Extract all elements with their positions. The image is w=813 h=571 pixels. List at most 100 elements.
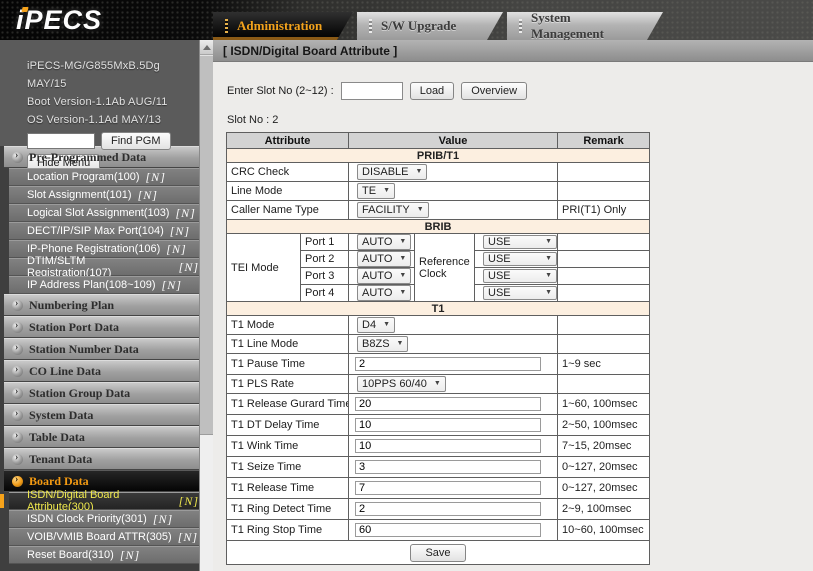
sidebar-scrollbar[interactable]: [199, 40, 213, 571]
board-attribute-table: Attribute Value Remark PRIB/T1 CRC Check…: [226, 132, 650, 565]
sidebar-section-table-data[interactable]: Table Data: [4, 426, 199, 448]
page-title: [ ISDN/Digital Board Attribute ]: [223, 44, 397, 58]
sidebar-item-dtim-sltm-registration[interactable]: DTIM/SLTM Registration(107) [N]: [9, 258, 199, 276]
item-n-badge: [N]: [179, 494, 199, 509]
item-label: Reset Board(310): [27, 549, 114, 561]
chevron-down-icon: ▼: [545, 288, 552, 298]
attr-label: T1 Line Mode: [227, 335, 349, 354]
sidebar-section-station-port-data[interactable]: Station Port Data: [4, 316, 199, 338]
item-n-badge: [N]: [162, 278, 182, 293]
t1-line-mode-select[interactable]: B8ZS ▼: [357, 336, 408, 352]
t1-seize-time-input[interactable]: [355, 460, 541, 474]
section-label: Numbering Plan: [29, 298, 114, 313]
sidebar-item-ip-address-plan[interactable]: IP Address Plan(108~109) [N]: [9, 276, 199, 294]
section-arrow-icon: [12, 300, 23, 311]
reference-clock-port3-select[interactable]: USE ▼: [483, 269, 557, 283]
select-value: USE: [488, 270, 511, 282]
sidebar-item-logical-slot-assignment[interactable]: Logical Slot Assignment(103) [N]: [9, 204, 199, 222]
reference-clock-port4-select[interactable]: USE ▼: [483, 286, 557, 300]
slot-no-text: Slot No : 2: [227, 114, 278, 126]
t1-release-time-input[interactable]: [355, 481, 541, 495]
crc-check-select[interactable]: DISABLE ▼: [357, 164, 427, 180]
section-header-t1: T1: [227, 302, 650, 316]
section-arrow-icon: [12, 432, 23, 443]
t1-release-guard-time-input[interactable]: [355, 397, 541, 411]
chevron-down-icon: ▼: [397, 339, 404, 349]
sidebar-item-isdn-digital-board-attribute[interactable]: ISDN/Digital Board Attribute(300) [N]: [9, 492, 199, 510]
remark-text: 2~9, 100msec: [558, 499, 650, 520]
tab-administration[interactable]: Administration: [213, 12, 353, 40]
chevron-down-icon: ▼: [399, 254, 406, 264]
select-value: AUTO: [362, 253, 392, 265]
main-tabs: Administration S/W Upgrade System Manage…: [213, 12, 663, 40]
tei-mode-port4-select[interactable]: AUTO ▼: [357, 285, 411, 301]
sidebar-section-co-line-data[interactable]: CO Line Data: [4, 360, 199, 382]
chevron-down-icon: ▼: [399, 271, 406, 281]
line-mode-select[interactable]: TE ▼: [357, 183, 395, 199]
port-label: Port 3: [301, 268, 349, 285]
scroll-up-button[interactable]: [200, 40, 213, 55]
sidebar-item-voib-vmib-board-attr[interactable]: VOIB/VMIB Board ATTR(305) [N]: [9, 528, 199, 546]
select-value: USE: [488, 236, 511, 248]
tab-sw-upgrade[interactable]: S/W Upgrade: [357, 12, 503, 40]
tei-mode-port2-select[interactable]: AUTO ▼: [357, 251, 411, 267]
t1-mode-select[interactable]: D4 ▼: [357, 317, 395, 333]
select-value: AUTO: [362, 270, 392, 282]
t1-ring-detect-time-input[interactable]: [355, 502, 541, 516]
remark-text: [558, 163, 650, 182]
t1-pls-rate-select[interactable]: 10PPS 60/40 ▼: [357, 376, 446, 392]
t1-wink-time-input[interactable]: [355, 439, 541, 453]
section-label: System Data: [29, 408, 93, 423]
section-arrow-icon: [12, 366, 23, 377]
sidebar-item-location-program[interactable]: Location Program(100) [N]: [9, 168, 199, 186]
sidebar-item-isdn-clock-priority[interactable]: ISDN Clock Priority(301) [N]: [9, 510, 199, 528]
find-pgm-button[interactable]: Find PGM: [101, 132, 171, 150]
item-n-badge: [N]: [179, 260, 199, 275]
boot-version-line: Boot Version-1.1Ab AUG/11: [27, 93, 199, 111]
ipecs-logo: iPECS: [16, 5, 102, 36]
sidebar-item-dect-ip-sip-max-port[interactable]: DECT/IP/SIP Max Port(104) [N]: [9, 222, 199, 240]
reference-clock-port1-select[interactable]: USE ▼: [483, 235, 557, 249]
system-version-line: iPECS-MG/G855MxB.5Dg MAY/15: [27, 57, 199, 93]
item-n-badge: [N]: [153, 512, 173, 527]
scrollbar-thumb[interactable]: [200, 55, 213, 435]
sidebar-section-station-number-data[interactable]: Station Number Data: [4, 338, 199, 360]
tei-mode-port3-select[interactable]: AUTO ▼: [357, 268, 411, 284]
attr-label: Line Mode: [227, 182, 349, 201]
slot-no-input[interactable]: [341, 82, 403, 100]
t1-ring-stop-time-input[interactable]: [355, 523, 541, 537]
reference-clock-port2-select[interactable]: USE ▼: [483, 252, 557, 266]
select-value: USE: [488, 287, 511, 299]
select-value: AUTO: [362, 287, 392, 299]
attr-label: T1 Ring Stop Time: [227, 520, 349, 541]
caller-name-type-select[interactable]: FACILITY ▼: [357, 202, 429, 218]
tei-mode-port1-select[interactable]: AUTO ▼: [357, 234, 411, 250]
tab-system-management[interactable]: System Management: [507, 12, 663, 40]
sidebar-section-numbering-plan[interactable]: Numbering Plan: [4, 294, 199, 316]
sidebar-section-tenant-data[interactable]: Tenant Data: [4, 448, 199, 470]
select-value: 10PPS 60/40: [362, 378, 427, 390]
load-button[interactable]: Load: [410, 82, 454, 100]
scrollbar-track[interactable]: [200, 40, 213, 435]
save-button[interactable]: Save: [410, 544, 465, 562]
sidebar-item-reset-board[interactable]: Reset Board(310) [N]: [9, 546, 199, 564]
remark-text: 0~127, 20msec: [558, 457, 650, 478]
item-label: Slot Assignment(101): [27, 189, 132, 201]
remark-text: [558, 375, 650, 394]
section-label: Tenant Data: [29, 452, 92, 467]
remark-text: [558, 251, 650, 268]
remark-text: 0~127, 20msec: [558, 478, 650, 499]
chevron-down-icon: ▼: [434, 379, 441, 389]
chevron-down-icon: ▼: [545, 271, 552, 281]
overview-button[interactable]: Overview: [461, 82, 527, 100]
sidebar-section-station-group-data[interactable]: Station Group Data: [4, 382, 199, 404]
reference-clock-label: Reference Clock: [415, 234, 475, 302]
sidebar-section-system-data[interactable]: System Data: [4, 404, 199, 426]
find-pgm-input[interactable]: [27, 133, 95, 149]
item-n-badge: [N]: [120, 548, 140, 563]
sidebar-item-slot-assignment[interactable]: Slot Assignment(101) [N]: [9, 186, 199, 204]
t1-pause-time-input[interactable]: [355, 357, 541, 371]
select-value: FACILITY: [362, 204, 410, 216]
t1-dt-delay-time-input[interactable]: [355, 418, 541, 432]
section-arrow-icon: [12, 476, 23, 487]
